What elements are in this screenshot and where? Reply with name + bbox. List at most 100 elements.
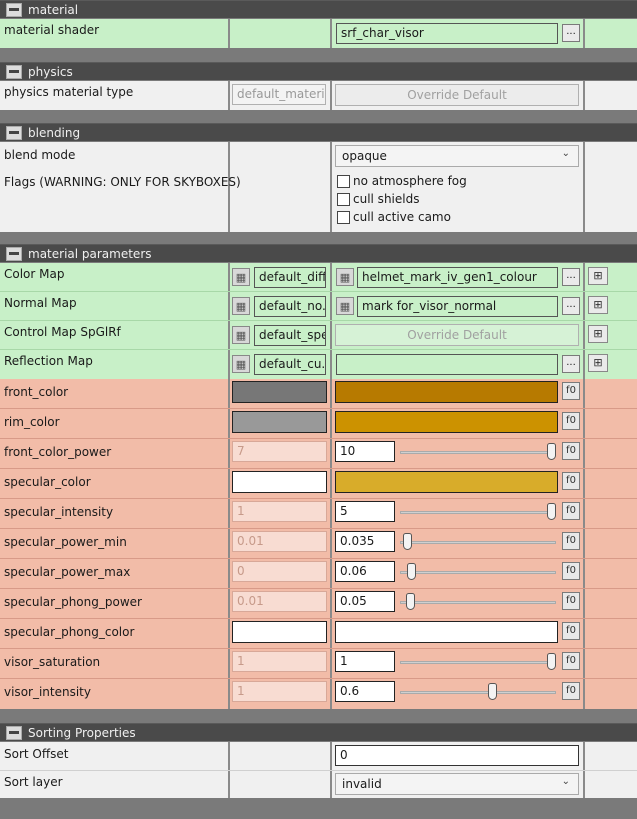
checkbox-label: cull active camo xyxy=(353,210,451,224)
slider-thumb[interactable] xyxy=(402,533,412,550)
checkbox[interactable] xyxy=(337,210,350,224)
slider-thumb[interactable] xyxy=(547,503,556,520)
rim-color-swatch[interactable] xyxy=(335,411,558,433)
sort-offset-field[interactable]: 0 xyxy=(335,745,579,766)
texture-thumbnail-icon[interactable]: ▦ xyxy=(336,297,354,315)
color-map-label: Color Map xyxy=(4,267,65,281)
collapse-icon[interactable] xyxy=(6,64,22,79)
texture-thumbnail-icon[interactable]: ▦ xyxy=(336,268,354,286)
add-layer-icon[interactable]: ⊞ xyxy=(588,354,608,372)
specular-phong-power-slider[interactable] xyxy=(400,601,556,604)
override-default-button[interactable]: Override Default xyxy=(335,84,579,106)
front-color-power-slider[interactable] xyxy=(400,451,556,454)
specular-intensity-slider[interactable] xyxy=(400,511,556,514)
checkbox-no-atmosphere-fog[interactable]: no atmosphere fog xyxy=(337,174,467,188)
f0-button[interactable]: f0 xyxy=(562,382,580,400)
front-color-power-default: 7 xyxy=(232,441,327,462)
f0-button[interactable]: f0 xyxy=(562,472,580,490)
f0-button[interactable]: f0 xyxy=(562,622,580,640)
f0-button[interactable]: f0 xyxy=(562,442,580,460)
texture-thumbnail-icon[interactable]: ▦ xyxy=(232,326,250,344)
specular-phong-color-default-swatch xyxy=(232,621,327,643)
f0-button[interactable]: f0 xyxy=(562,652,580,670)
collapse-icon[interactable] xyxy=(6,246,22,261)
section-title: Sorting Properties xyxy=(28,725,136,740)
browse-button[interactable]: ... xyxy=(562,24,580,42)
checkbox-label: no atmosphere fog xyxy=(353,174,467,188)
reflection-map-default-field: default_cu... xyxy=(254,354,326,375)
normal-map-field[interactable]: mark for_visor_normal xyxy=(357,296,558,317)
section-header-physics[interactable]: physics xyxy=(0,62,637,80)
section-header-sorting[interactable]: Sorting Properties xyxy=(0,723,637,741)
texture-thumbnail-icon[interactable]: ▦ xyxy=(232,268,250,286)
visor-saturation-slider[interactable] xyxy=(400,661,556,664)
browse-button[interactable]: ... xyxy=(562,268,580,286)
flags-label: Flags (WARNING: ONLY FOR SKYBOXES) xyxy=(4,175,241,189)
f0-button[interactable]: f0 xyxy=(562,562,580,580)
visor-intensity-field[interactable]: 0.6 xyxy=(335,681,395,702)
f0-button[interactable]: f0 xyxy=(562,682,580,700)
specular-power-max-label: specular_power_max xyxy=(4,565,131,579)
add-layer-icon[interactable]: ⊞ xyxy=(588,267,608,285)
blend-mode-value: opaque xyxy=(342,149,387,163)
add-layer-icon[interactable]: ⊞ xyxy=(588,325,608,343)
slider-thumb[interactable] xyxy=(547,443,556,460)
checkbox[interactable] xyxy=(337,174,350,188)
slider-thumb[interactable] xyxy=(488,683,498,700)
texture-thumbnail-icon[interactable]: ▦ xyxy=(232,355,250,373)
blending-rows: blend mode opaque ⌄ Flags (WARNING: ONLY… xyxy=(0,142,637,232)
visor-saturation-label: visor_saturation xyxy=(4,655,101,669)
specular-phong-power-field[interactable]: 0.05 xyxy=(335,591,395,612)
collapse-icon[interactable] xyxy=(6,125,22,140)
front-color-power-field[interactable]: 10 xyxy=(335,441,395,462)
visor-intensity-slider[interactable] xyxy=(400,691,556,694)
control-map-label: Control Map SpGlRf xyxy=(4,325,121,339)
specular-phong-power-default: 0.01 xyxy=(232,591,327,612)
sort-layer-dropdown[interactable]: invalid ⌄ xyxy=(335,773,579,795)
checkbox[interactable] xyxy=(337,192,350,206)
color-map-field[interactable]: helmet_mark_iv_gen1_colour xyxy=(357,267,558,288)
checkbox-cull-shields[interactable]: cull shields xyxy=(337,192,419,206)
texture-rows: Color Map ▦ default_diff ▦ helmet_mark_i… xyxy=(0,263,637,379)
f0-button[interactable]: f0 xyxy=(562,502,580,520)
checkbox-cull-active-camo[interactable]: cull active camo xyxy=(337,210,451,224)
specular-power-max-slider[interactable] xyxy=(400,571,556,574)
specular-phong-color-swatch[interactable] xyxy=(335,621,558,643)
front-color-power-label: front_color_power xyxy=(4,445,112,459)
add-layer-icon[interactable]: ⊞ xyxy=(588,296,608,314)
collapse-icon[interactable] xyxy=(6,2,22,17)
slider-thumb[interactable] xyxy=(407,563,417,580)
section-header-blending[interactable]: blending xyxy=(0,123,637,141)
f0-button[interactable]: f0 xyxy=(562,412,580,430)
material-shader-field[interactable]: srf_char_visor xyxy=(336,23,558,44)
front-color-swatch[interactable] xyxy=(335,381,558,403)
specular-power-min-field[interactable]: 0.035 xyxy=(335,531,395,552)
specular-phong-color-label: specular_phong_color xyxy=(4,625,135,639)
control-map-default-field: default_spec xyxy=(254,325,326,346)
texture-thumbnail-icon[interactable]: ▦ xyxy=(232,297,250,315)
override-default-button[interactable]: Override Default xyxy=(335,324,579,346)
browse-button[interactable]: ... xyxy=(562,297,580,315)
chevron-down-icon: ⌄ xyxy=(561,776,570,787)
specular-power-max-default: 0 xyxy=(232,561,327,582)
visor-saturation-field[interactable]: 1 xyxy=(335,651,395,672)
visor-saturation-default: 1 xyxy=(232,651,327,672)
specular-power-max-field[interactable]: 0.06 xyxy=(335,561,395,582)
section-header-material-parameters[interactable]: material parameters xyxy=(0,244,637,262)
f0-button[interactable]: f0 xyxy=(562,532,580,550)
section-header-material[interactable]: material xyxy=(0,0,637,18)
browse-button[interactable]: ... xyxy=(562,355,580,373)
specular-color-swatch[interactable] xyxy=(335,471,558,493)
reflection-map-field[interactable] xyxy=(336,354,558,375)
specular-power-min-default: 0.01 xyxy=(232,531,327,552)
rim-color-label: rim_color xyxy=(4,415,60,429)
blend-mode-dropdown[interactable]: opaque ⌄ xyxy=(335,145,579,167)
slider-thumb[interactable] xyxy=(547,653,556,670)
rim-color-default-swatch xyxy=(232,411,327,433)
specular-intensity-label: specular_intensity xyxy=(4,505,114,519)
specular-intensity-field[interactable]: 5 xyxy=(335,501,395,522)
slider-thumb[interactable] xyxy=(405,593,415,610)
specular-power-min-slider[interactable] xyxy=(400,541,556,544)
f0-button[interactable]: f0 xyxy=(562,592,580,610)
collapse-icon[interactable] xyxy=(6,725,22,740)
